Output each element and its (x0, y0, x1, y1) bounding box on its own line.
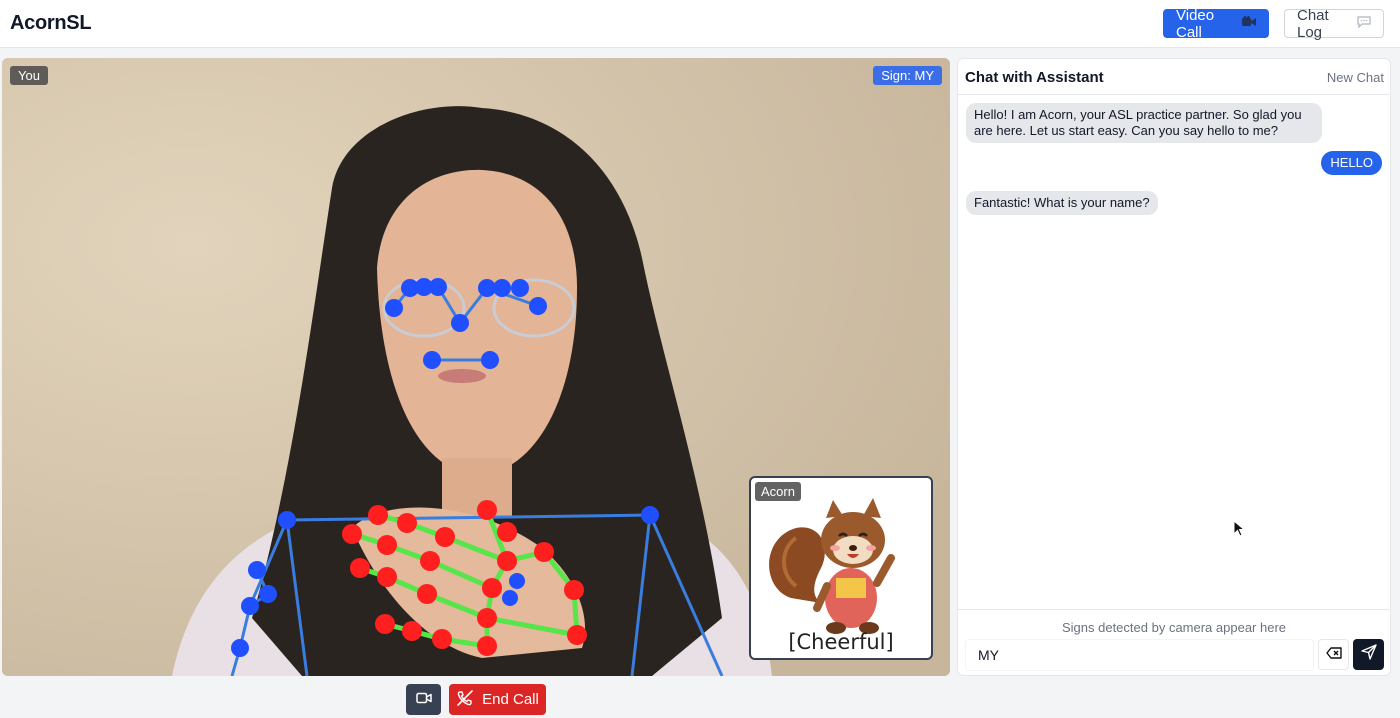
detected-sign-badge: Sign: MY (873, 66, 942, 85)
mouse-cursor-icon (1233, 519, 1246, 543)
chat-log-button[interactable]: Chat Log (1284, 6, 1384, 41)
clear-input-button[interactable] (1318, 639, 1349, 670)
speech-bubble-icon (1357, 16, 1371, 31)
chat-panel: Chat with Assistant New Chat Hello! I am… (957, 58, 1391, 676)
phone-off-icon (456, 689, 474, 711)
top-bar: AcornSL Video Call Chat Log (0, 0, 1400, 48)
send-icon (1360, 644, 1377, 665)
video-call-label: Video Call (1176, 6, 1215, 41)
chat-header: Chat with Assistant New Chat (958, 59, 1390, 95)
end-call-label: End Call (482, 691, 539, 708)
assistant-message: Hello! I am Acorn, your ASL practice par… (966, 103, 1322, 143)
user-message-row: HELLO (966, 151, 1382, 183)
avatar-name-tag: Acorn (755, 482, 801, 501)
chat-title: Chat with Assistant (965, 69, 1104, 86)
assistant-message: Fantastic! What is your name? (966, 191, 1158, 215)
end-call-button[interactable]: End Call (449, 684, 546, 715)
backspace-icon (1325, 646, 1342, 664)
video-camera-icon (415, 691, 432, 709)
self-video-tag: You (10, 66, 48, 85)
app-title: AcornSL (10, 12, 92, 34)
sign-text-input[interactable] (965, 639, 1314, 671)
camera-toggle-button[interactable] (406, 684, 441, 715)
chat-input-area: Signs detected by camera appear here (958, 609, 1390, 675)
message-list: Hello! I am Acorn, your ASL practice par… (958, 96, 1390, 609)
new-chat-button[interactable]: New Chat (1327, 70, 1384, 85)
call-controls: End Call (406, 684, 546, 715)
user-message: HELLO (1321, 151, 1382, 175)
video-camera-icon (1242, 16, 1256, 31)
send-button[interactable] (1353, 639, 1384, 670)
chat-log-label: Chat Log (1297, 6, 1329, 41)
avatar-mood-label: [Cheerful] (788, 630, 894, 654)
sign-detection-hint: Signs detected by camera appear here (1061, 620, 1287, 635)
video-call-button[interactable]: Video Call (1163, 6, 1269, 41)
assistant-avatar-panel: Acorn [Cheerful] (749, 476, 933, 660)
